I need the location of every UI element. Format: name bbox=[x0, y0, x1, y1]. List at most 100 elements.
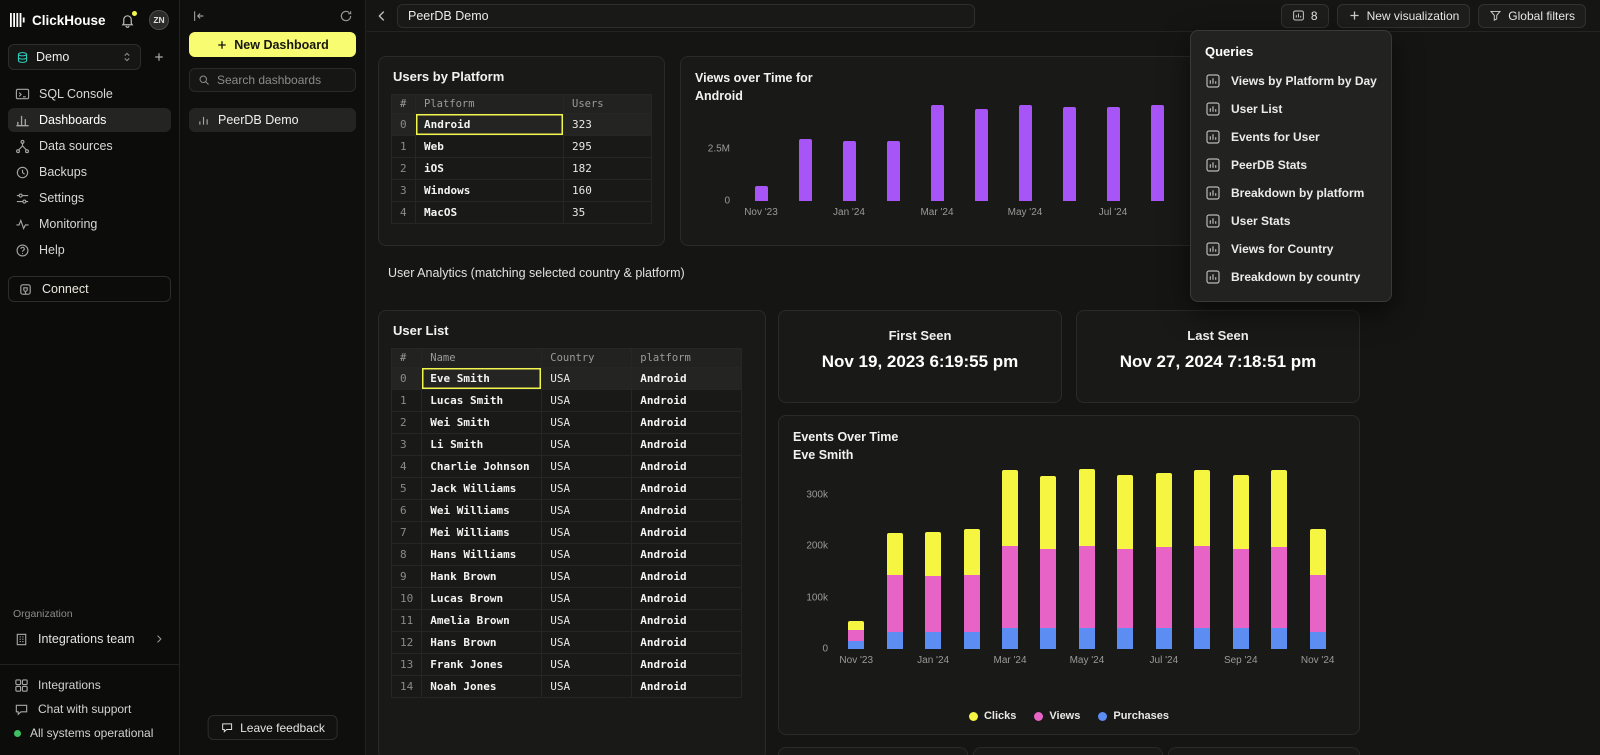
table-cell[interactable]: Android bbox=[632, 390, 742, 412]
stacked-bar[interactable] bbox=[925, 532, 941, 649]
table-cell[interactable]: Li Smith bbox=[422, 434, 542, 456]
row-index-cell[interactable]: 0 bbox=[392, 114, 416, 136]
footer-item-integrations[interactable]: Integrations bbox=[0, 673, 179, 697]
table-cell[interactable]: Android bbox=[416, 114, 564, 136]
table-cell[interactable]: Windows bbox=[416, 180, 564, 202]
table-cell[interactable]: USA bbox=[542, 478, 632, 500]
table-row[interactable]: 3Li SmithUSAAndroid bbox=[392, 434, 742, 456]
stacked-bar[interactable] bbox=[1079, 469, 1095, 649]
refresh-icon[interactable] bbox=[339, 9, 353, 23]
row-index-cell[interactable]: 2 bbox=[392, 412, 422, 434]
table-cell[interactable]: USA bbox=[542, 610, 632, 632]
table-cell[interactable]: Jack Williams bbox=[422, 478, 542, 500]
table-cell[interactable]: USA bbox=[542, 676, 632, 698]
table-cell[interactable]: Web bbox=[416, 136, 564, 158]
table-cell[interactable]: USA bbox=[542, 434, 632, 456]
row-index-cell[interactable]: 8 bbox=[392, 544, 422, 566]
footer-item-chat-with-support[interactable]: Chat with support bbox=[0, 697, 179, 721]
bar[interactable] bbox=[1107, 107, 1120, 201]
table-row[interactable]: 9Hank BrownUSAAndroid bbox=[392, 566, 742, 588]
organization-team-button[interactable]: Integrations team bbox=[8, 626, 171, 652]
query-item-breakdown-by-platform[interactable]: Breakdown by platform bbox=[1191, 179, 1391, 207]
table-row[interactable]: 13Frank JonesUSAAndroid bbox=[392, 654, 742, 676]
table-cell[interactable]: Android bbox=[632, 478, 742, 500]
sidebar-item-sql-console[interactable]: SQL Console bbox=[8, 82, 171, 106]
workspace-selector[interactable]: Demo bbox=[8, 44, 141, 70]
table-cell[interactable]: Android bbox=[632, 456, 742, 478]
table-row[interactable]: 4MacOS35 bbox=[392, 202, 652, 224]
table-cell[interactable]: Android bbox=[632, 676, 742, 698]
table-cell[interactable]: MacOS bbox=[416, 202, 564, 224]
sidebar-item-settings[interactable]: Settings bbox=[8, 186, 171, 210]
table-cell[interactable]: Eve Smith bbox=[422, 368, 542, 390]
row-index-cell[interactable]: 4 bbox=[392, 456, 422, 478]
bar[interactable] bbox=[931, 105, 944, 201]
table-cell[interactable]: Android bbox=[632, 434, 742, 456]
table-row[interactable]: 8Hans WilliamsUSAAndroid bbox=[392, 544, 742, 566]
row-index-cell[interactable]: 14 bbox=[392, 676, 422, 698]
row-index-cell[interactable]: 0 bbox=[392, 368, 422, 390]
bar[interactable] bbox=[799, 139, 812, 202]
add-workspace-button[interactable] bbox=[147, 45, 171, 69]
stacked-bar[interactable] bbox=[1233, 475, 1249, 649]
table-cell[interactable]: Frank Jones bbox=[422, 654, 542, 676]
table-cell[interactable]: Android bbox=[632, 588, 742, 610]
table-cell[interactable]: USA bbox=[542, 544, 632, 566]
stacked-bar[interactable] bbox=[1040, 476, 1056, 649]
table-cell[interactable]: Android bbox=[632, 412, 742, 434]
dashboard-item-peerdb-demo[interactable]: PeerDB Demo bbox=[189, 108, 356, 132]
row-index-cell[interactable]: 5 bbox=[392, 478, 422, 500]
table-cell[interactable]: Hans Brown bbox=[422, 632, 542, 654]
sidebar-item-dashboards[interactable]: Dashboards bbox=[8, 108, 171, 132]
stacked-bar[interactable] bbox=[1156, 473, 1172, 649]
table-row[interactable]: 12Hans BrownUSAAndroid bbox=[392, 632, 742, 654]
table-cell[interactable]: 295 bbox=[564, 136, 652, 158]
stacked-bar[interactable] bbox=[848, 621, 864, 649]
query-item-breakdown-by-country[interactable]: Breakdown by country bbox=[1191, 263, 1391, 291]
row-index-cell[interactable]: 11 bbox=[392, 610, 422, 632]
dashboard-search[interactable] bbox=[189, 68, 356, 92]
row-index-cell[interactable]: 6 bbox=[392, 500, 422, 522]
stacked-bar[interactable] bbox=[1117, 475, 1133, 649]
sidebar-item-help[interactable]: Help bbox=[8, 238, 171, 262]
table-cell[interactable]: Android bbox=[632, 368, 742, 390]
collapse-panel-icon[interactable] bbox=[192, 9, 206, 23]
notifications-button[interactable] bbox=[120, 13, 135, 28]
table-row[interactable]: 11Amelia BrownUSAAndroid bbox=[392, 610, 742, 632]
row-index-cell[interactable]: 3 bbox=[392, 180, 416, 202]
stacked-bar[interactable] bbox=[887, 533, 903, 649]
bar[interactable] bbox=[1019, 105, 1032, 201]
query-item-peerdb-stats[interactable]: PeerDB Stats bbox=[1191, 151, 1391, 179]
dashboard-search-input[interactable] bbox=[217, 73, 372, 87]
row-index-cell[interactable]: 1 bbox=[392, 136, 416, 158]
row-index-cell[interactable]: 7 bbox=[392, 522, 422, 544]
leave-feedback-button[interactable]: Leave feedback bbox=[207, 715, 338, 740]
row-index-cell[interactable]: 9 bbox=[392, 566, 422, 588]
table-cell[interactable]: 182 bbox=[564, 158, 652, 180]
table-row[interactable]: 0Eve SmithUSAAndroid bbox=[392, 368, 742, 390]
table-cell[interactable]: USA bbox=[542, 522, 632, 544]
table-row[interactable]: 1Lucas SmithUSAAndroid bbox=[392, 390, 742, 412]
table-row[interactable]: 0Android323 bbox=[392, 114, 652, 136]
row-index-cell[interactable]: 3 bbox=[392, 434, 422, 456]
table-cell[interactable]: Amelia Brown bbox=[422, 610, 542, 632]
table-cell[interactable]: Wei Williams bbox=[422, 500, 542, 522]
footer-item-all-systems-operational[interactable]: All systems operational bbox=[0, 721, 179, 745]
row-index-cell[interactable]: 12 bbox=[392, 632, 422, 654]
query-item-events-for-user[interactable]: Events for User bbox=[1191, 123, 1391, 151]
table-cell[interactable]: USA bbox=[542, 500, 632, 522]
table-cell[interactable]: Android bbox=[632, 610, 742, 632]
table-row[interactable]: 7Mei WilliamsUSAAndroid bbox=[392, 522, 742, 544]
stacked-bar[interactable] bbox=[1310, 529, 1326, 649]
table-cell[interactable]: Android bbox=[632, 500, 742, 522]
sidebar-item-monitoring[interactable]: Monitoring bbox=[8, 212, 171, 236]
row-index-cell[interactable]: 2 bbox=[392, 158, 416, 180]
table-cell[interactable]: Android bbox=[632, 566, 742, 588]
query-item-views-by-platform-by-day[interactable]: Views by Platform by Day bbox=[1191, 67, 1391, 95]
stacked-bar[interactable] bbox=[964, 529, 980, 649]
bar[interactable] bbox=[1151, 105, 1164, 201]
new-visualization-button[interactable]: New visualization bbox=[1337, 4, 1471, 28]
bar[interactable] bbox=[843, 141, 856, 201]
table-row[interactable]: 5Jack WilliamsUSAAndroid bbox=[392, 478, 742, 500]
table-cell[interactable]: 160 bbox=[564, 180, 652, 202]
